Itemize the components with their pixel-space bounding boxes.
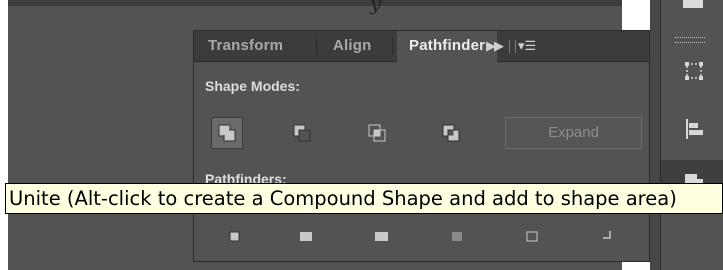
trim-button[interactable] — [289, 217, 321, 249]
panel-menu-icon[interactable]: ▾☰ — [518, 31, 536, 61]
tab-align[interactable]: Align — [333, 31, 372, 61]
tab-transform[interactable]: Transform — [208, 31, 283, 61]
tab-separator — [392, 37, 393, 55]
left-edge — [0, 0, 8, 270]
exclude-icon — [442, 124, 460, 142]
merge-icon — [375, 232, 388, 241]
transform-dock-icon[interactable] — [679, 56, 709, 86]
panel-grip-icon[interactable] — [509, 40, 516, 53]
unite-icon — [218, 124, 236, 142]
crop-icon — [452, 232, 462, 241]
exclude-button[interactable] — [435, 117, 467, 149]
dock-divider — [650, 0, 660, 270]
double-chevron-right-icon[interactable]: ▶▶ — [486, 31, 504, 61]
merge-button[interactable] — [365, 217, 397, 249]
expand-button[interactable]: Expand — [505, 117, 642, 149]
canvas-glyph: y — [370, 0, 382, 15]
align-dock-icon[interactable] — [679, 114, 709, 144]
minus-front-icon — [293, 124, 311, 142]
tab-separator — [316, 37, 317, 55]
unite-button[interactable] — [211, 117, 243, 149]
dock-grip-icon[interactable] — [675, 37, 705, 43]
divide-icon — [229, 231, 240, 242]
divide-button[interactable] — [216, 217, 248, 249]
tooltip: Unite (Alt-click to create a Compound Sh… — [5, 183, 723, 214]
trim-icon — [300, 232, 312, 241]
tab-pathfinder[interactable]: Pathfinder — [397, 31, 498, 62]
minus-back-icon — [603, 231, 611, 239]
pathfinder-panel: Transform Align Pathfinder ▶▶ ▾☰ Shape M… — [193, 30, 650, 262]
outline-button[interactable] — [514, 217, 546, 249]
panel-tab-bar: Transform Align Pathfinder ▶▶ ▾☰ — [194, 31, 649, 62]
minus-back-button[interactable] — [590, 217, 622, 249]
outline-icon — [526, 231, 538, 242]
intersect-button[interactable] — [361, 117, 393, 149]
crop-button[interactable] — [440, 217, 472, 249]
minus-front-button[interactable] — [286, 117, 318, 149]
dock-top-element — [683, 0, 703, 8]
shape-modes-label: Shape Modes: — [205, 78, 300, 94]
intersect-icon — [368, 124, 386, 142]
top-strip — [8, 0, 622, 6]
right-dock — [660, 0, 723, 270]
